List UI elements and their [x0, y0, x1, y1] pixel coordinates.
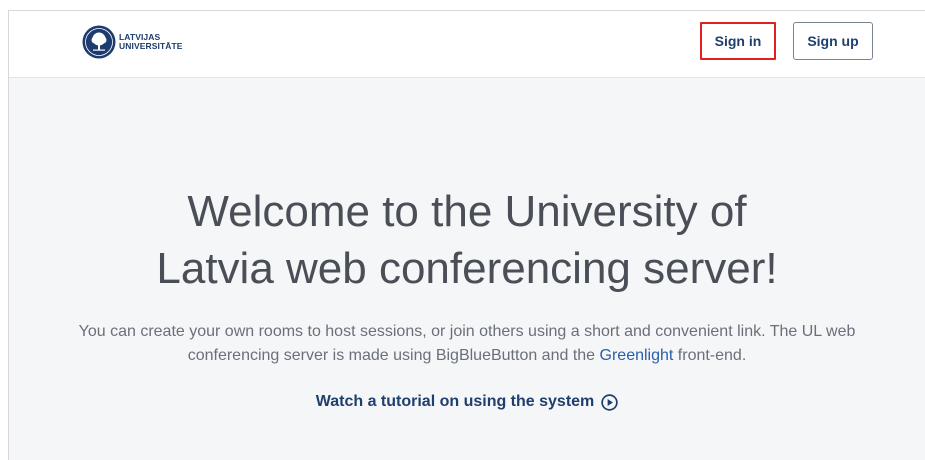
university-seal-icon: [82, 25, 116, 59]
hero-description: You can create your own rooms to host se…: [77, 320, 857, 368]
top-navbar: LATVIJAS UNIVERSITĀTE Sign in Sign up: [9, 11, 925, 78]
title-line-2: Latvia web conferencing server!: [156, 244, 778, 293]
play-circle-icon: [601, 393, 618, 411]
hero-section: Welcome to the University of Latvia web …: [9, 183, 925, 411]
page-title: Welcome to the University of Latvia web …: [57, 183, 877, 297]
logo-line-universitate: UNIVERSITĀTE: [119, 41, 183, 51]
watch-tutorial-link[interactable]: Watch a tutorial on using the system: [316, 393, 619, 411]
tutorial-label: Watch a tutorial on using the system: [315, 393, 595, 410]
description-text-end: front-end.: [673, 347, 747, 364]
sign-up-button[interactable]: Sign up: [793, 22, 873, 60]
sign-in-button[interactable]: Sign in: [700, 22, 776, 60]
title-line-1: Welcome to the University of: [187, 187, 747, 236]
greenlight-link[interactable]: Greenlight: [600, 347, 674, 364]
browser-viewport: LATVIJAS UNIVERSITĀTE Sign in Sign up We…: [8, 10, 925, 460]
university-logo[interactable]: LATVIJAS UNIVERSITĀTE: [82, 25, 183, 59]
